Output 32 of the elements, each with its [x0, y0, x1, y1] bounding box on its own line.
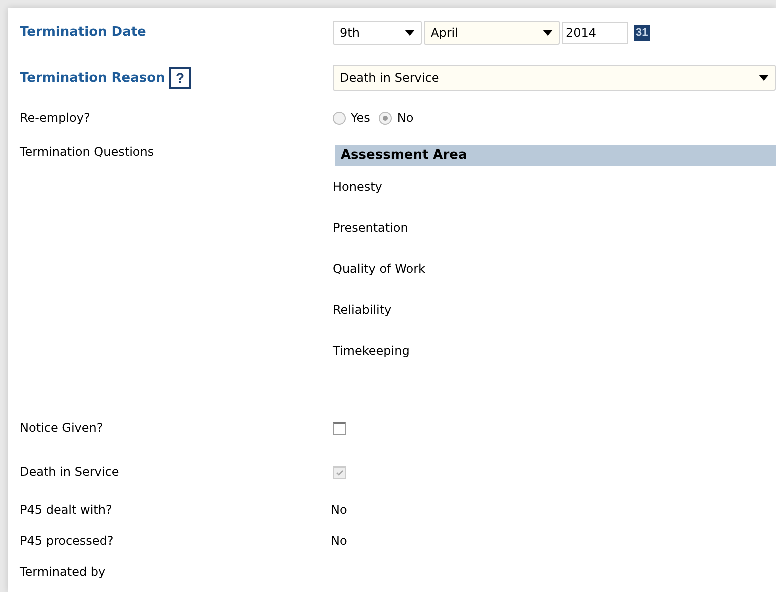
field-label: Re-employ? [20, 111, 92, 125]
field-label: Notice Given? [20, 421, 104, 435]
year-field[interactable]: 2014 [562, 22, 628, 44]
table-cell-text: Timekeeping [333, 342, 410, 360]
field-value: No [331, 534, 348, 548]
caret-icon [759, 75, 769, 81]
check-icon [334, 468, 344, 478]
month-dropdown[interactable]: April [424, 20, 560, 44]
field-label: Termination Questions [20, 145, 156, 159]
field-label: P45 dealt with? [20, 502, 114, 516]
field-label: Terminated by [20, 564, 107, 578]
caret-icon [543, 30, 553, 36]
radio-label: No [397, 111, 414, 125]
field-label: Termination Reason [20, 70, 166, 86]
radio-label: Yes [351, 111, 370, 125]
calendar-button[interactable]: 31 [634, 24, 650, 40]
table-cell-text: Presentation [333, 220, 408, 236]
help-button[interactable]: ? [169, 67, 192, 89]
field-label: Death in Service [20, 465, 120, 479]
radio-button[interactable] [333, 112, 346, 124]
table-header: Assessment Area [335, 145, 776, 166]
radio-button[interactable] [379, 112, 392, 124]
table-cell-text: Honesty [333, 178, 382, 196]
table-cell-text: Reliability [333, 302, 392, 318]
field-value: No [331, 502, 348, 516]
caret-icon [405, 30, 415, 36]
field-label: P45 processed? [20, 534, 115, 548]
table-cell-text: Quality of Work [333, 260, 426, 278]
checkbox[interactable] [333, 422, 346, 434]
day-dropdown[interactable]: 9th [333, 20, 422, 44]
field-label: Termination Date [20, 25, 148, 40]
reason-dropdown[interactable]: Death in Service [333, 65, 776, 91]
